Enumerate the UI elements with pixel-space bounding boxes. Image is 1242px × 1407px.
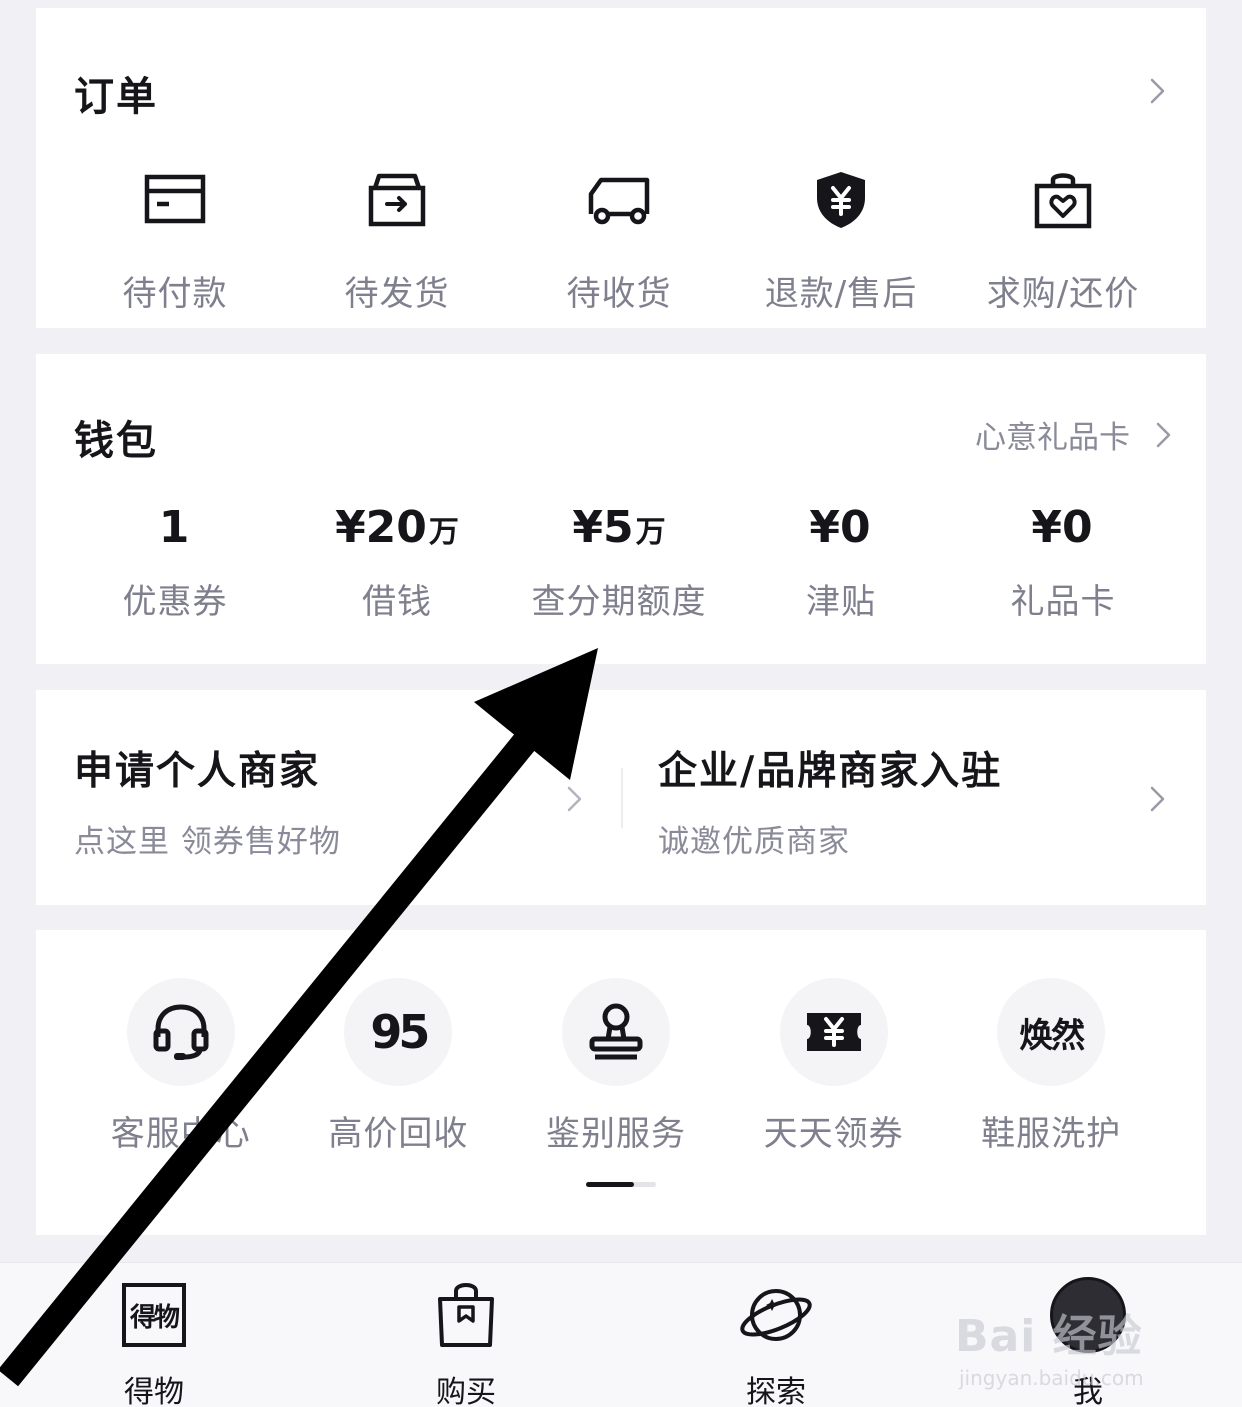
heart-bag-icon: [1031, 168, 1095, 232]
wallet-value: ¥0: [809, 502, 871, 553]
box-icon: [365, 168, 429, 232]
order-want-to-buy[interactable]: 求购/还价: [952, 168, 1174, 314]
orders-title: 订单: [74, 74, 158, 120]
services-row: 客服中心 95 高价回收 鉴别服务 天天领券 焕然 鞋服洗护: [72, 978, 1160, 1155]
order-pending-payment[interactable]: 待付款: [64, 168, 286, 314]
wallet-label: 优惠券: [122, 582, 228, 622]
gift-card-link[interactable]: 心意礼品卡: [975, 412, 1176, 457]
watermark-line1: Bai 经验: [955, 1311, 1143, 1362]
tab-label: 得物: [124, 1375, 184, 1407]
svg-text:得物: 得物: [129, 1303, 180, 1333]
planet-icon: [738, 1277, 814, 1353]
merchant-subtitle: 点这里 领券售好物: [74, 824, 341, 860]
apply-personal-merchant[interactable]: 申请个人商家 点这里 领券售好物: [74, 740, 341, 861]
service-label: 鞋服洗护: [981, 1114, 1122, 1154]
baidu-jingyan-watermark: Bai 经验 jingyan.baidu.com: [955, 1300, 1144, 1390]
service-label: 天天领券: [763, 1114, 904, 1154]
merchant-subtitle: 诚邀优质商家: [658, 824, 850, 860]
tab-explore[interactable]: 探索: [696, 1277, 856, 1407]
order-pending-shipment[interactable]: 待发货: [286, 168, 508, 314]
service-recycle[interactable]: 95 高价回收: [290, 978, 508, 1155]
card-icon: [143, 168, 207, 232]
wallet-allowance[interactable]: ¥0 津贴: [730, 502, 952, 623]
shield-yen-icon: [809, 168, 873, 232]
services-card: 客服中心 95 高价回收 鉴别服务 天天领券 焕然 鞋服洗护: [36, 930, 1206, 1235]
95-logo-icon: 95: [344, 978, 453, 1086]
wallet-label: 借钱: [362, 582, 432, 622]
shopping-bag-icon: [428, 1277, 504, 1353]
tab-label: 购买: [436, 1375, 496, 1407]
wallet-borrow[interactable]: ¥20 万 借钱: [286, 502, 508, 623]
service-shoe-cleaning[interactable]: 焕然 鞋服洗护: [942, 978, 1160, 1155]
brand-merchant-onboarding[interactable]: 企业/品牌商家入驻 诚邀优质商家: [658, 740, 1002, 861]
page-indicator: [586, 1182, 656, 1187]
huanfa-logo-icon: 焕然: [997, 978, 1106, 1086]
merchant-title: 申请个人商家: [74, 749, 321, 794]
order-refund-aftersale[interactable]: 退款/售后: [730, 168, 952, 314]
orders-chevron-right-icon[interactable]: [1144, 78, 1170, 104]
truck-icon: [587, 168, 651, 232]
orders-card: 订单 待付款 待发货 待收货 退款/售后 求购/还价: [36, 8, 1206, 328]
tab-label: 探索: [746, 1375, 806, 1407]
dewu-logo-icon: 得物: [116, 1277, 192, 1353]
service-customer-center[interactable]: 客服中心: [72, 978, 290, 1155]
order-item-label: 退款/售后: [764, 274, 918, 314]
wallet-installment-limit[interactable]: ¥5 万 查分期额度: [508, 502, 730, 623]
wallet-title: 钱包: [74, 418, 158, 464]
wallet-card: 钱包 心意礼品卡 1 优惠券 ¥20 万 借钱 ¥5 万 查分期额度 ¥0 津贴 ¥…: [36, 354, 1206, 664]
wallet-label: 查分期额度: [531, 582, 707, 622]
order-item-label: 待收货: [566, 274, 672, 314]
order-item-label: 待付款: [122, 274, 228, 314]
wallet-label: 津贴: [806, 582, 876, 622]
order-pending-receipt[interactable]: 待收货: [508, 168, 730, 314]
order-item-label: 待发货: [344, 274, 450, 314]
tab-buy[interactable]: 购买: [386, 1277, 546, 1407]
chevron-right-icon[interactable]: [561, 786, 587, 812]
tab-dewu[interactable]: 得物 得物: [74, 1277, 234, 1407]
service-authentication[interactable]: 鉴别服务: [507, 978, 725, 1155]
wallet-value: ¥20 万: [335, 502, 459, 553]
wallet-value: 1: [158, 502, 190, 553]
watermark-line2: jingyan.baidu.com: [959, 1366, 1144, 1390]
service-label: 客服中心: [110, 1114, 251, 1154]
wallet-items-row: 1 优惠券 ¥20 万 借钱 ¥5 万 查分期额度 ¥0 津贴 ¥0 礼品卡: [64, 502, 1174, 623]
merchant-divider: [621, 768, 623, 828]
wallet-coupons[interactable]: 1 优惠券: [64, 502, 286, 623]
wallet-label: 礼品卡: [1010, 582, 1116, 622]
service-label: 高价回收: [328, 1114, 469, 1154]
order-item-label: 求购/还价: [986, 274, 1140, 314]
merchant-card: 申请个人商家 点这里 领券售好物 企业/品牌商家入驻 诚邀优质商家: [36, 690, 1206, 905]
headset-icon: [126, 978, 235, 1086]
service-daily-coupon[interactable]: 天天领券: [725, 978, 943, 1155]
wallet-value: ¥5 万: [572, 502, 666, 553]
merchant-title: 企业/品牌商家入驻: [658, 749, 1003, 794]
order-status-row: 待付款 待发货 待收货 退款/售后 求购/还价: [64, 168, 1174, 314]
wallet-value: ¥0: [1031, 502, 1093, 553]
chevron-right-icon[interactable]: [1144, 786, 1170, 812]
stamp-icon: [561, 978, 670, 1086]
coupon-ticket-icon: [779, 978, 888, 1086]
gift-card-link-label: 心意礼品卡: [975, 420, 1130, 456]
wallet-gift-card[interactable]: ¥0 礼品卡: [952, 502, 1174, 623]
chevron-right-icon: [1150, 422, 1176, 448]
service-label: 鉴别服务: [545, 1114, 686, 1154]
